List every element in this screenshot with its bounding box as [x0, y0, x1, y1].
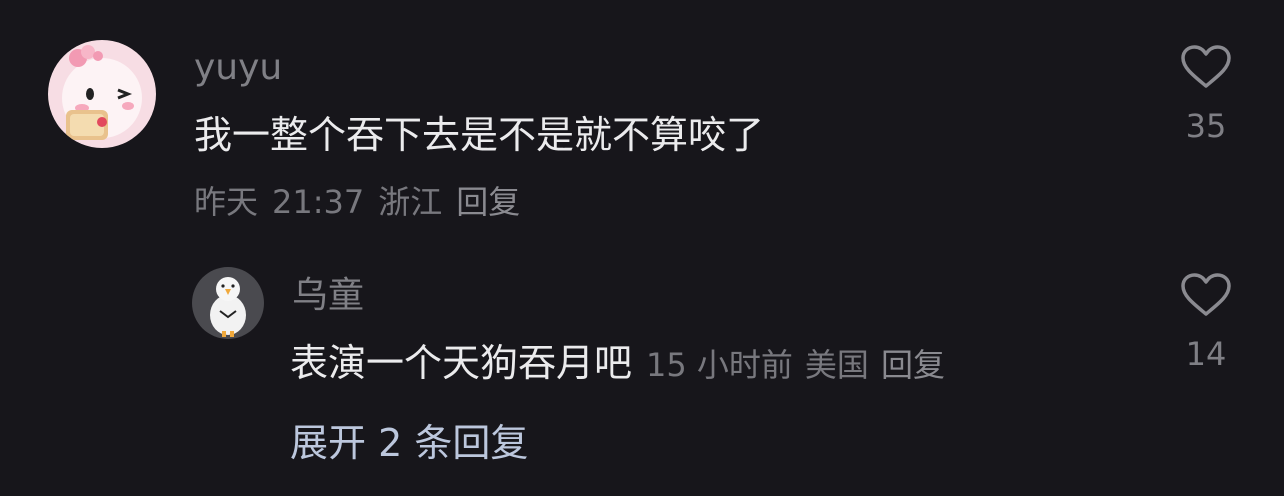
user-avatar[interactable] — [48, 40, 156, 148]
comment-meta: 昨天 21:37 浙江 回复 — [194, 186, 534, 218]
pink-cartoon-character-avatar — [48, 40, 156, 148]
comment-like-count: 35 — [1185, 107, 1227, 145]
reply-row: 表演一个天狗吞月吧 15 小时前 美国 回复 — [290, 344, 957, 382]
reply-meta: 15 小时前 美国 回复 — [646, 349, 957, 381]
white-duck-avatar — [192, 267, 264, 339]
comment-location: 浙江 — [378, 183, 443, 221]
reply-location: 美国 — [804, 346, 869, 384]
heart-icon — [1181, 273, 1231, 316]
comment-username[interactable]: yuyu — [194, 50, 282, 86]
heart-icon — [1181, 45, 1231, 88]
comment-like-button[interactable]: 35 — [1166, 44, 1246, 142]
reply-text: 表演一个天狗吞月吧 — [290, 341, 633, 385]
reply-time: 15 小时前 — [646, 346, 793, 384]
expand-replies-button[interactable]: 展开 2 条回复 — [290, 424, 528, 462]
reply-like-button[interactable]: 14 — [1166, 272, 1246, 370]
comment-section: yuyu 我一整个吞下去是不是就不算咬了 昨天 21:37 浙江 回复 35 乌童 表… — [0, 0, 1284, 496]
comment-text: 我一整个吞下去是不是就不算咬了 — [194, 113, 765, 157]
comment-reply-button[interactable]: 回复 — [456, 183, 520, 221]
reply-reply-button[interactable]: 回复 — [881, 346, 945, 384]
reply-like-count: 14 — [1185, 335, 1227, 373]
reply-username[interactable]: 乌童 — [292, 278, 364, 314]
comment-time: 21:37 — [272, 183, 365, 221]
comment-date: 昨天 — [194, 183, 259, 221]
reply-user-avatar[interactable] — [192, 267, 264, 339]
